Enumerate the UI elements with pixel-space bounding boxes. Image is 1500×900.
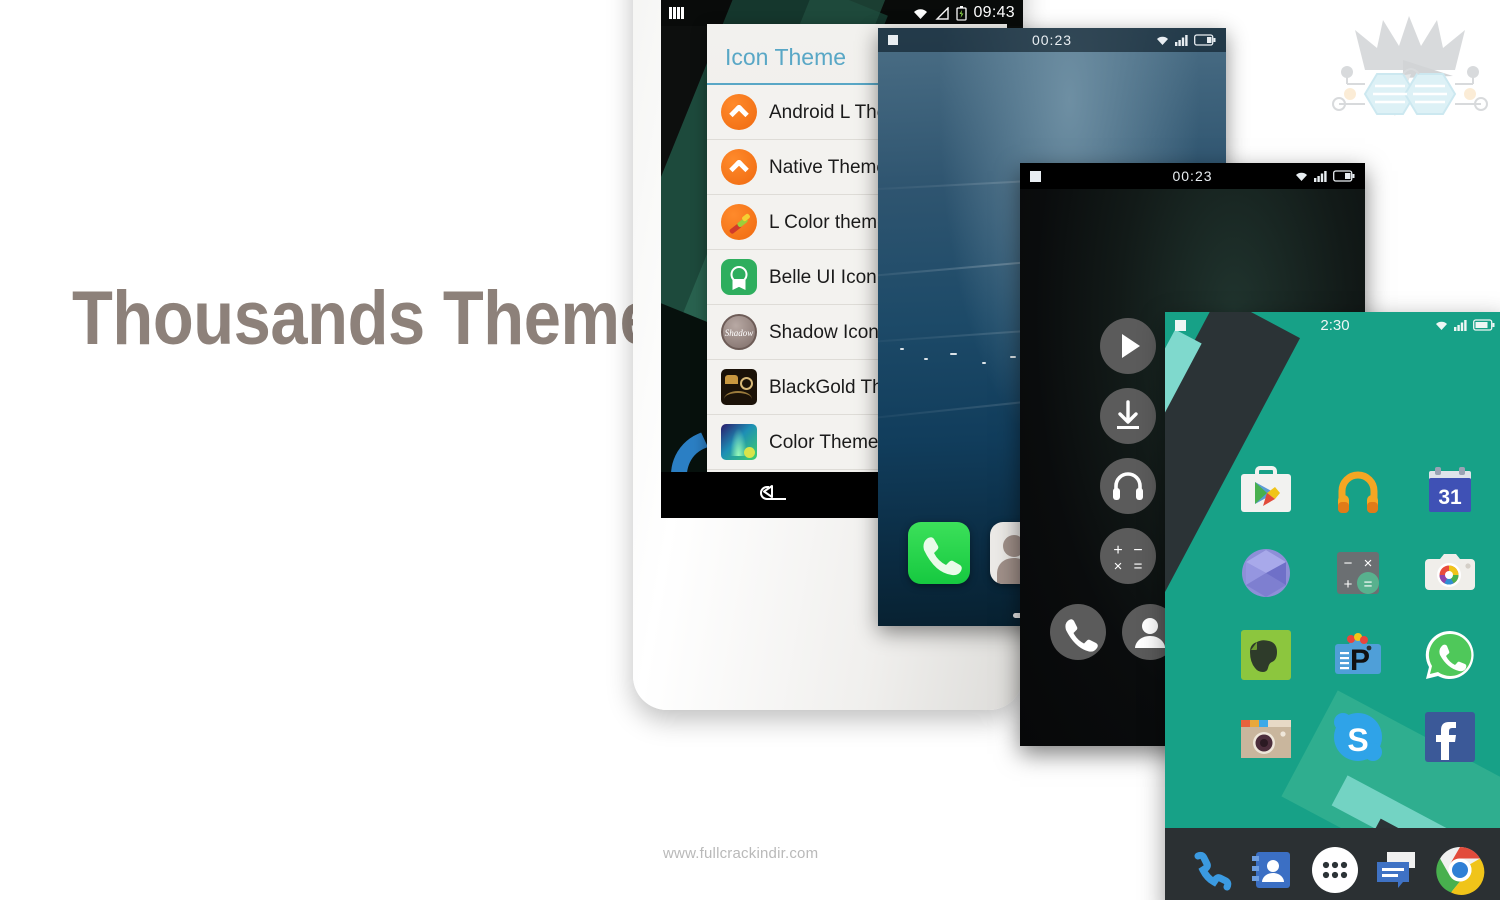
svg-text:−: − — [1133, 542, 1142, 559]
facebook-icon[interactable] — [1421, 708, 1479, 766]
site-logo — [1325, 12, 1490, 132]
svg-text:+: + — [1113, 542, 1122, 559]
color-theme-icon — [721, 424, 757, 460]
list-item-label: Shadow Icons — [769, 321, 889, 343]
signal-icon — [1175, 35, 1188, 46]
contacts-icon[interactable] — [1247, 844, 1299, 896]
battery-icon — [1473, 319, 1495, 331]
status-bar-dark: 00:23 — [1020, 163, 1365, 189]
wifi-icon — [914, 8, 928, 19]
play-music-icon[interactable] — [1329, 462, 1387, 520]
list-item-label: Native Theme — [769, 156, 887, 178]
svg-text:−: − — [1344, 555, 1353, 572]
camera-icon[interactable] — [1421, 544, 1479, 602]
svg-text:×: × — [1364, 555, 1373, 572]
chrome-icon[interactable] — [1434, 844, 1486, 896]
svg-text:×: × — [1114, 558, 1123, 575]
instagram-icon[interactable] — [1237, 708, 1295, 766]
messages-icon[interactable] — [1371, 844, 1423, 896]
headphones-icon[interactable] — [1100, 458, 1156, 514]
calendar-day: 31 — [1438, 486, 1462, 509]
wifi-icon — [1157, 36, 1168, 45]
list-item-label: L Color theme — [769, 211, 888, 233]
status-bar-white: 09:43 — [661, 0, 1023, 26]
page-title: Thousands Theme — [72, 276, 657, 361]
square-icon — [888, 35, 898, 45]
battery-charging-icon — [956, 5, 968, 21]
menu-bars-icon — [669, 7, 684, 19]
logo-graphic — [1332, 16, 1488, 116]
svg-text:=: = — [1134, 558, 1143, 575]
promo-banner: Thousands Theme 09:43 Icon Theme Android… — [0, 0, 1500, 900]
status-bar-teal: 2:30 — [1165, 312, 1500, 338]
back-icon[interactable] — [755, 483, 789, 507]
android-l-theme-icon — [721, 94, 757, 130]
shadow-icons-icon: Shadow — [721, 314, 757, 350]
watermark: www.fullcrackindir.com — [663, 845, 819, 862]
dark-dock — [1050, 604, 1178, 660]
blackgold-theme-icon — [721, 369, 757, 405]
status-clock: 2:30 — [1320, 316, 1350, 334]
status-clock: 00:23 — [1172, 168, 1213, 184]
battery-icon — [1194, 34, 1216, 46]
calculator-icon[interactable]: + − × = — [1100, 528, 1156, 584]
picsart-icon[interactable]: P — [1329, 626, 1387, 684]
svg-text:=: = — [1364, 576, 1373, 593]
native-theme-icon — [721, 149, 757, 185]
phone-icon[interactable] — [1184, 844, 1236, 896]
status-clock: 00:23 — [1031, 32, 1073, 48]
signal-icon — [935, 6, 950, 20]
status-bar-ocean: 00:23 — [878, 28, 1226, 52]
dark-icon-column: + − × = — [1100, 318, 1156, 584]
wifi-icon — [1436, 321, 1447, 330]
svg-text:+: + — [1344, 576, 1353, 593]
square-icon — [1175, 319, 1186, 331]
square-icon — [1030, 170, 1041, 182]
l-color-theme-icon — [721, 204, 757, 240]
teal-dock — [1165, 828, 1500, 900]
app-grid: 31 − × + = P S — [1231, 462, 1485, 766]
whatsapp-icon[interactable] — [1421, 626, 1479, 684]
app-drawer-icon[interactable] — [1309, 844, 1361, 896]
belle-ui-icon — [721, 259, 757, 295]
play-icon[interactable] — [1100, 318, 1156, 374]
phone-teal-screen: 2:30 31 − × + = P S — [1165, 312, 1500, 900]
phone-icon[interactable] — [1050, 604, 1106, 660]
play-store-icon[interactable] — [1237, 462, 1295, 520]
svg-text:S: S — [1347, 722, 1368, 758]
calculator-icon[interactable]: − × + = — [1329, 544, 1387, 602]
phone-icon[interactable] — [908, 522, 970, 584]
signal-icon — [1314, 171, 1327, 182]
list-item-label: Color Theme - — [769, 431, 891, 453]
wifi-icon — [1296, 172, 1307, 181]
evernote-icon[interactable] — [1237, 626, 1295, 684]
status-clock: 09:43 — [973, 4, 1015, 21]
download-icon[interactable] — [1100, 388, 1156, 444]
svg-text:P: P — [1350, 644, 1370, 677]
calendar-icon[interactable]: 31 — [1421, 462, 1479, 520]
signal-icon — [1454, 320, 1467, 331]
battery-icon — [1333, 170, 1355, 182]
skype-icon[interactable]: S — [1329, 708, 1387, 766]
clock-3d-icon[interactable] — [1237, 544, 1295, 602]
